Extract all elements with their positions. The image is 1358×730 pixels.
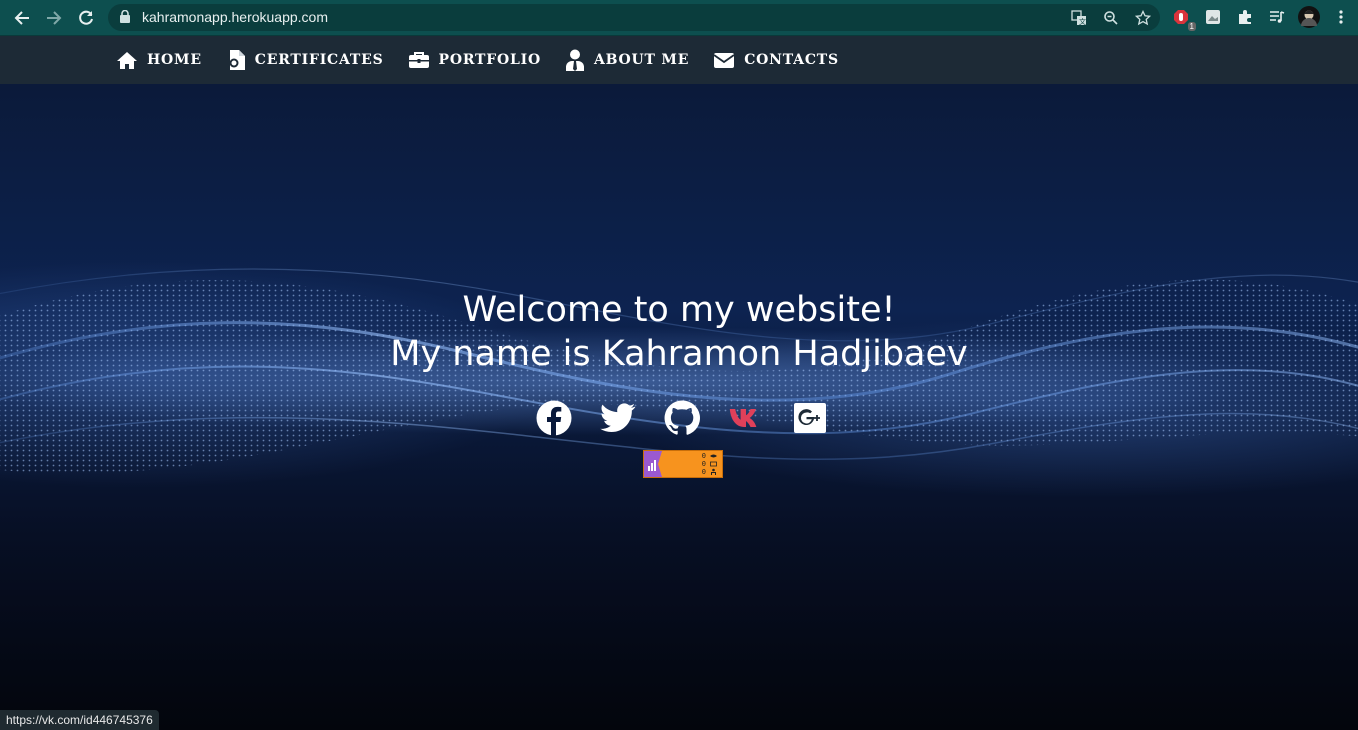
certificate-icon [229,50,245,70]
extension-badge: 1 [1187,22,1196,31]
forward-button[interactable] [42,6,66,30]
vk-icon [729,409,757,427]
user-tie-icon [565,49,584,71]
bookmark-star-icon[interactable] [1132,7,1154,29]
site-navbar: HOME CERTIFICATES PORTFOLIO ABOUT ME CON… [0,36,1358,84]
zoom-icon[interactable] [1100,7,1122,29]
nav-about-me-label: ABOUT ME [593,52,690,68]
browser-menu-icon[interactable] [1330,6,1352,28]
extensions-puzzle-icon[interactable] [1234,6,1256,28]
translate-icon[interactable]: 文 [1068,7,1090,29]
counter-views-value: 0 [701,452,706,460]
vk-link[interactable] [728,400,764,436]
nav-home[interactable]: HOME [116,51,202,69]
hero-background: Welcome to my website! My name is Kahram… [0,84,1358,730]
nav-contacts[interactable]: CONTACTS [713,52,839,69]
github-icon [664,400,700,435]
home-icon [117,52,137,69]
nav-portfolio[interactable]: PORTFOLIO [408,51,541,69]
nav-about-me[interactable]: ABOUT ME [565,49,689,71]
nav-home-label: HOME [147,52,202,68]
url-text: kahramonapp.herokuapp.com [142,9,329,25]
google-plus-link[interactable] [792,400,828,436]
extension-adblock-icon[interactable]: 1 [1170,6,1196,31]
address-bar[interactable]: kahramonapp.herokuapp.com 文 [108,4,1160,31]
counter-logo [644,451,662,477]
svg-text:文: 文 [1079,17,1086,26]
hero-name-text: My name is Kahramon Hadjibaev [390,334,968,374]
nav-certificates[interactable]: CERTIFICATES [226,49,384,71]
facebook-icon [536,400,572,436]
visitor-counter-widget[interactable]: 0 0 0 [643,450,723,478]
reload-button[interactable] [74,6,98,30]
extension-photo-icon[interactable] [1202,6,1224,28]
facebook-link[interactable] [536,400,572,436]
bar-chart-icon [648,451,662,477]
nav-contacts-label: CONTACTS [744,52,839,68]
social-links [536,400,828,436]
hero-headline: Welcome to my website! My name is Kahram… [0,288,1358,376]
counter-visitors-value: 0 [701,468,706,476]
particle-wave-graphic [0,268,1358,474]
briefcase-icon [408,52,429,68]
twitter-icon [600,403,636,433]
counter-visits-value: 0 [701,460,706,468]
envelope-icon [713,52,735,68]
back-button[interactable] [10,6,34,30]
google-plus-icon [794,403,826,433]
media-control-icon[interactable] [1266,6,1288,28]
profile-avatar[interactable] [1298,6,1320,28]
github-link[interactable] [664,400,700,436]
nav-certificates-label: CERTIFICATES [254,52,384,68]
status-bar-url: https://vk.com/id446745376 [0,710,159,730]
lock-icon [120,9,130,28]
browser-toolbar: kahramonapp.herokuapp.com 文 1 [0,0,1358,36]
nav-portfolio-label: PORTFOLIO [438,52,541,68]
counter-legend-icons [710,454,717,475]
hero-welcome-text: Welcome to my website! [462,290,896,330]
twitter-link[interactable] [600,400,636,436]
